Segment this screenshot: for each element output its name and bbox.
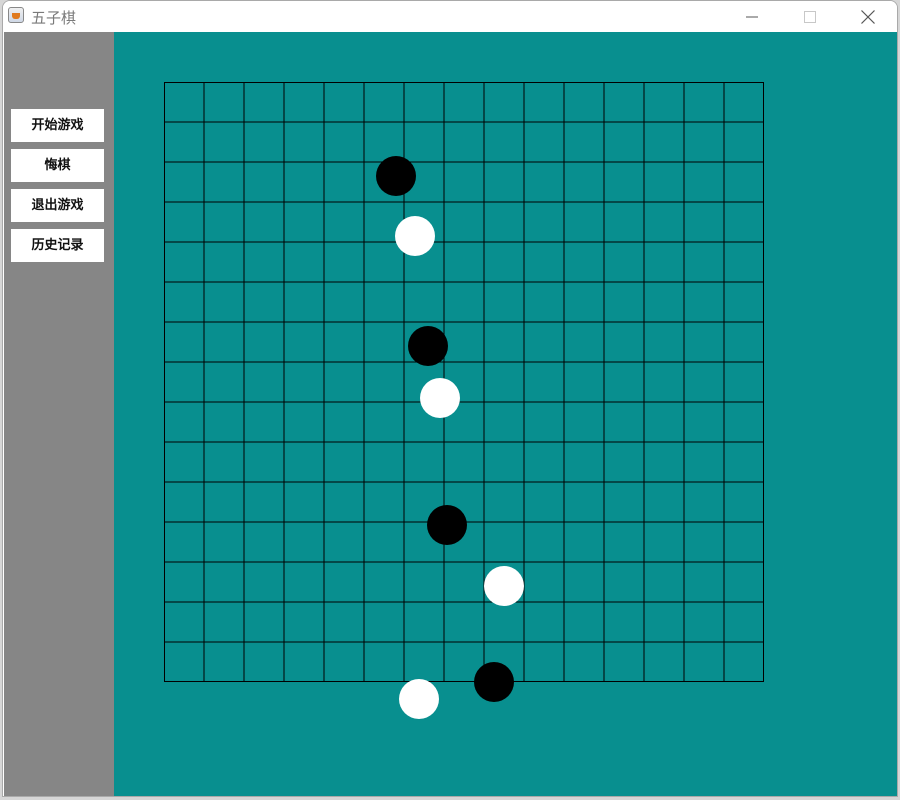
start-game-button[interactable]: 开始游戏 bbox=[11, 109, 104, 142]
minimize-icon bbox=[746, 16, 758, 17]
gomoku-board[interactable] bbox=[164, 82, 764, 682]
minimize-button[interactable] bbox=[723, 1, 781, 32]
black-stone bbox=[426, 504, 467, 545]
black-stone bbox=[474, 662, 514, 702]
exit-game-button[interactable]: 退出游戏 bbox=[11, 189, 104, 222]
white-stone bbox=[395, 216, 436, 256]
black-stone bbox=[408, 326, 448, 366]
close-icon bbox=[861, 9, 875, 24]
white-stone bbox=[399, 678, 440, 719]
white-stone bbox=[420, 378, 460, 418]
close-button[interactable] bbox=[839, 1, 897, 32]
history-button[interactable]: 历史记录 bbox=[11, 229, 104, 262]
control-panel: 开始游戏 悔棋 退出游戏 历史记录 bbox=[4, 32, 114, 796]
window-title: 五子棋 bbox=[31, 9, 77, 27]
java-cup-icon bbox=[8, 7, 24, 23]
maximize-icon bbox=[804, 10, 816, 23]
app-window: 五子棋 开始游戏 悔棋 退出游戏 历史记录 bbox=[2, 0, 898, 797]
white-stone bbox=[484, 566, 524, 606]
black-stone bbox=[376, 156, 416, 196]
maximize-button[interactable] bbox=[781, 1, 839, 32]
undo-move-button[interactable]: 悔棋 bbox=[11, 149, 104, 182]
title-bar: 五子棋 bbox=[3, 1, 897, 32]
